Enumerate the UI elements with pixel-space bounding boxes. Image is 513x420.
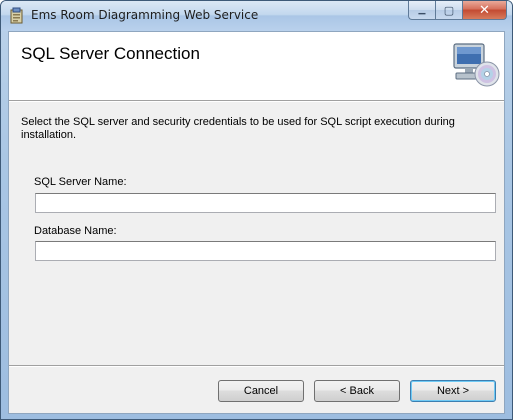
header-banner: SQL Server Connection bbox=[9, 32, 504, 101]
banner-divider bbox=[9, 101, 504, 102]
minimize-button[interactable]: ▁ bbox=[408, 1, 435, 20]
installer-window: Ems Room Diagramming Web Service ▁ ▢ ✕ S… bbox=[0, 0, 513, 420]
close-button[interactable]: ✕ bbox=[462, 1, 507, 20]
page-title: SQL Server Connection bbox=[21, 44, 200, 63]
sql-server-name-label: SQL Server Name: bbox=[34, 176, 127, 188]
title-bar[interactable]: Ems Room Diagramming Web Service ▁ ▢ ✕ bbox=[1, 1, 512, 31]
cancel-button[interactable]: Cancel bbox=[218, 380, 304, 402]
database-name-input[interactable] bbox=[35, 241, 496, 261]
back-button[interactable]: < Back bbox=[314, 380, 400, 402]
close-icon: ✕ bbox=[479, 2, 490, 18]
sql-server-name-input[interactable] bbox=[35, 193, 496, 213]
minimize-icon: ▁ bbox=[418, 5, 426, 15]
installer-app-icon bbox=[10, 7, 23, 24]
dialog-client-area: SQL Server Connection Select the SQL ser… bbox=[8, 31, 505, 414]
maximize-icon: ▢ bbox=[443, 3, 455, 17]
database-name-label: Database Name: bbox=[34, 225, 117, 237]
instructions-text: Select the SQL server and security crede… bbox=[21, 116, 455, 141]
caption-buttons: ▁ ▢ ✕ bbox=[408, 1, 507, 21]
button-area-divider bbox=[9, 365, 504, 367]
window-title: Ems Room Diagramming Web Service bbox=[31, 8, 259, 22]
next-button[interactable]: Next > bbox=[410, 380, 496, 402]
maximize-button[interactable]: ▢ bbox=[435, 1, 462, 20]
computer-with-disc-icon bbox=[453, 43, 500, 87]
